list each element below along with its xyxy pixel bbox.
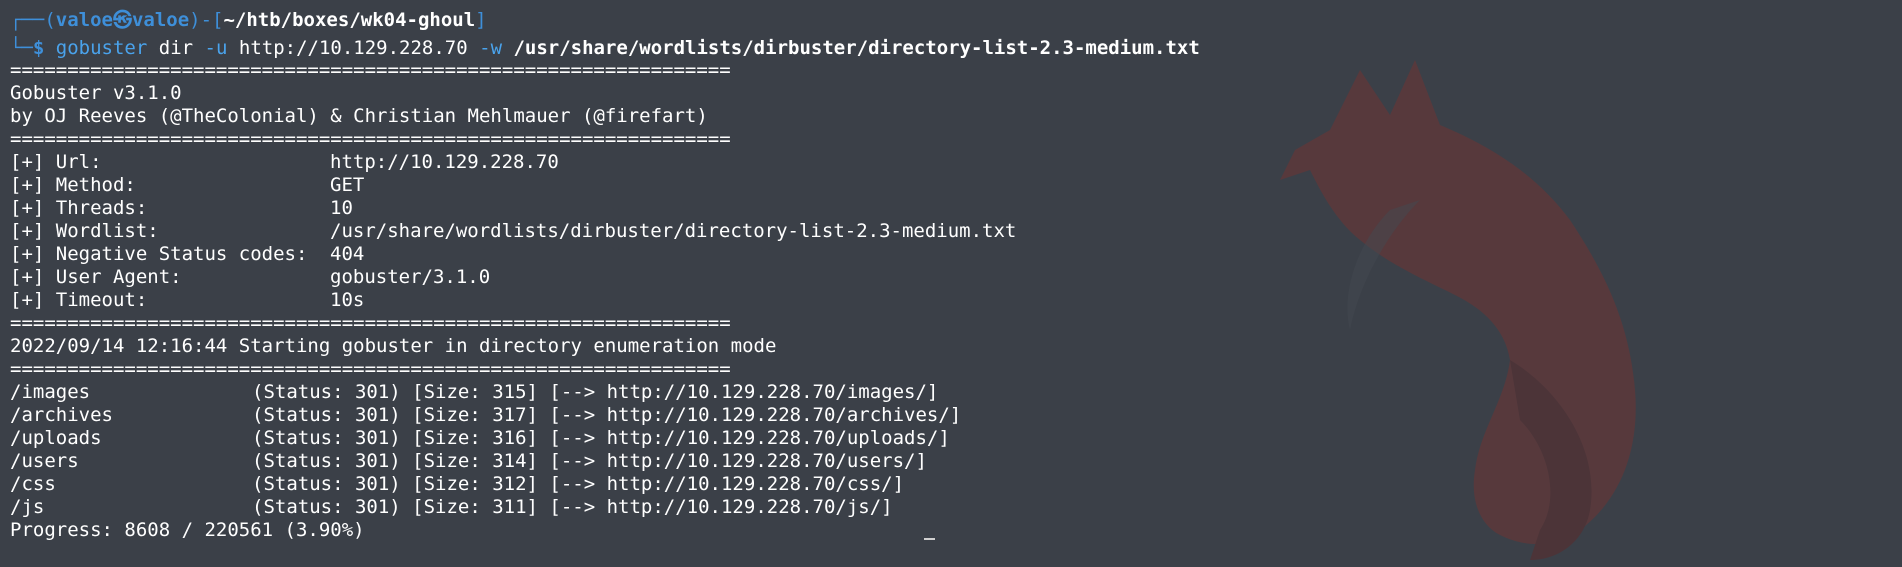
- result-path: /css: [10, 473, 56, 495]
- separator-line: ========================================…: [10, 312, 731, 334]
- config-value: http://10.129.228.70: [330, 151, 559, 173]
- config-key: [+] Wordlist:: [10, 220, 159, 242]
- config-row: [+] Threads: 10: [10, 197, 353, 220]
- result-info: (Status: 301) [Size: 314] [--> http://10…: [252, 450, 927, 472]
- result-row: /js (Status: 301) [Size: 311] [--> http:/…: [10, 496, 893, 519]
- config-value: 404: [330, 243, 365, 265]
- result-path: /js: [10, 496, 45, 518]
- banner-version: Gobuster v3.1.0: [10, 82, 182, 104]
- result-info: (Status: 301) [Size: 311] [--> http://10…: [252, 496, 893, 518]
- prompt-frame-close: ]: [475, 9, 487, 31]
- fox-silhouette-icon: [1280, 60, 1636, 560]
- prompt-line2-prefix: └─: [10, 37, 33, 59]
- banner-authors: by OJ Reeves (@TheColonial) & Christian …: [10, 105, 708, 127]
- command-wordlist: /usr/share/wordlists/dirbuster/directory…: [513, 37, 1200, 59]
- command-line[interactable]: └─$ gobuster dir -u http://10.129.228.70…: [10, 37, 1200, 60]
- config-row: [+] Timeout: 10s: [10, 289, 364, 312]
- config-value: 10: [330, 197, 353, 219]
- prompt-frame-mid: )-[: [189, 9, 224, 31]
- result-info: (Status: 301) [Size: 315] [--> http://10…: [252, 381, 939, 403]
- prompt-frame-open: ┌──(: [10, 9, 56, 31]
- command-flag-u: -u: [204, 37, 228, 59]
- config-key: [+] User Agent:: [10, 266, 182, 288]
- config-row: [+] Wordlist: /usr/share/wordlists/dirbus…: [10, 220, 1016, 243]
- result-row: /users (Status: 301) [Size: 314] [--> htt…: [10, 450, 927, 473]
- command-subcommand: dir: [158, 37, 194, 59]
- separator-line: ========================================…: [10, 128, 731, 150]
- result-row: /images (Status: 301) [Size: 315] [--> ht…: [10, 381, 938, 404]
- result-path: /archives: [10, 404, 113, 426]
- config-value: /usr/share/wordlists/dirbuster/directory…: [330, 220, 1017, 242]
- prompt-path: ~/htb/boxes/wk04-ghoul: [223, 9, 476, 31]
- separator-line: ========================================…: [10, 358, 731, 380]
- config-key: [+] Threads:: [10, 197, 148, 219]
- config-value: gobuster/3.1.0: [330, 266, 491, 288]
- config-row: [+] Method: GET: [10, 174, 364, 197]
- config-row: [+] User Agent: gobuster/3.1.0: [10, 266, 490, 289]
- config-row: [+] Negative Status codes: 404: [10, 243, 364, 266]
- terminal-cursor: [924, 538, 935, 540]
- terminal-window[interactable]: ┌──(valoe㉿valoe)-[~/htb/boxes/wk04-ghoul…: [0, 0, 1902, 567]
- progress-line: Progress: 8608 / 220561 (3.90%): [10, 519, 365, 541]
- config-key: [+] Negative Status codes:: [10, 243, 308, 265]
- result-info: (Status: 301) [Size: 316] [--> http://10…: [252, 427, 950, 449]
- command-flag-w: -w: [479, 37, 503, 59]
- config-row: [+] Url: http://10.129.228.70: [10, 151, 559, 174]
- command-binary: gobuster: [55, 37, 148, 59]
- prompt-line-1: ┌──(valoe㉿valoe)-[~/htb/boxes/wk04-ghoul…: [10, 9, 487, 32]
- config-value: GET: [330, 174, 365, 196]
- config-value: 10s: [330, 289, 365, 311]
- result-info: (Status: 301) [Size: 317] [--> http://10…: [252, 404, 962, 426]
- result-path: /uploads: [10, 427, 102, 449]
- config-key: [+] Method:: [10, 174, 136, 196]
- result-info: (Status: 301) [Size: 312] [--> http://10…: [252, 473, 905, 495]
- config-key: [+] Url:: [10, 151, 102, 173]
- prompt-user: valoe㉿valoe: [55, 9, 190, 31]
- result-path: /images: [10, 381, 91, 403]
- result-row: /uploads (Status: 301) [Size: 316] [--> h…: [10, 427, 950, 450]
- prompt-dollar: $: [32, 37, 45, 59]
- config-key: [+] Timeout:: [10, 289, 148, 311]
- start-message: 2022/09/14 12:16:44 Starting gobuster in…: [10, 335, 777, 357]
- result-row: /archives (Status: 301) [Size: 317] [--> …: [10, 404, 961, 427]
- result-row: /css (Status: 301) [Size: 312] [--> http:…: [10, 473, 904, 496]
- command-url: http://10.129.228.70: [238, 37, 468, 59]
- result-path: /users: [10, 450, 79, 472]
- separator-line: ========================================…: [10, 59, 731, 81]
